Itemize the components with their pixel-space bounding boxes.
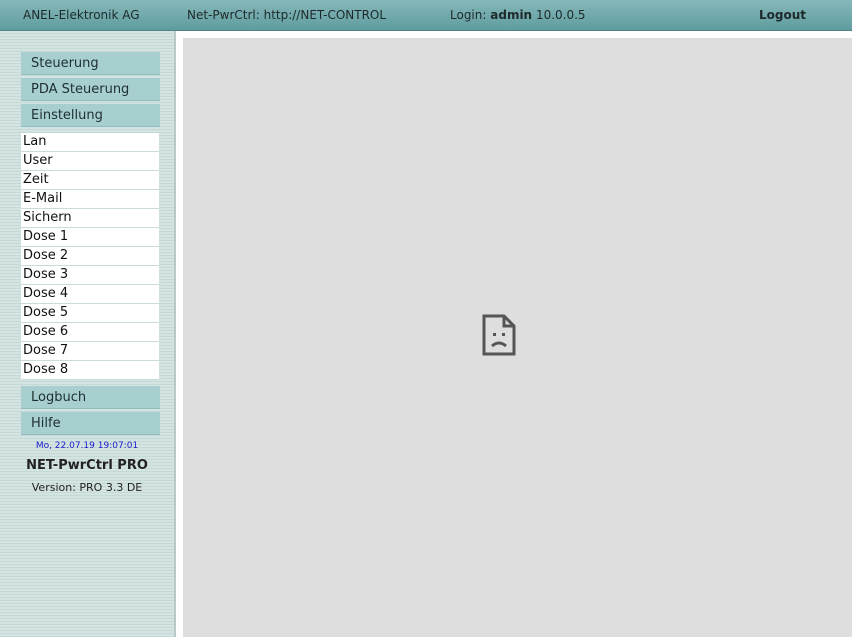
submenu-item-dose-1[interactable]: Dose 1 <box>21 228 159 247</box>
submenu-item-dose-7[interactable]: Dose 7 <box>21 342 159 361</box>
submenu-item-dose-4[interactable]: Dose 4 <box>21 285 159 304</box>
sidebar-divider <box>174 31 176 637</box>
nav-steuerung[interactable]: Steuerung <box>21 52 160 75</box>
product-name: NET-PwrCtrl PRO <box>26 458 148 473</box>
nav-hilfe[interactable]: Hilfe <box>21 412 160 435</box>
submenu-item-user[interactable]: User <box>21 152 159 171</box>
login-info: Login: admin 10.0.0.5 <box>450 8 586 22</box>
submenu-item-dose-2[interactable]: Dose 2 <box>21 247 159 266</box>
company-name: ANEL-Elektronik AG <box>23 8 140 22</box>
content-area <box>183 38 852 637</box>
nav-pda-steuerung[interactable]: PDA Steuerung <box>21 78 160 101</box>
version-value: PRO 3.3 DE <box>79 481 143 494</box>
login-ip: 10.0.0.5 <box>535 8 586 22</box>
login-label: Login: <box>450 8 487 22</box>
nav-einstellung[interactable]: Einstellung <box>21 104 160 127</box>
login-user: admin <box>490 8 533 22</box>
submenu-item-zeit[interactable]: Zeit <box>21 171 159 190</box>
version-info: Version: PRO 3.3 DE <box>0 481 174 494</box>
logout-link[interactable]: Logout <box>759 8 806 22</box>
submenu-item-lan[interactable]: Lan <box>21 133 159 152</box>
settings-submenu: Lan User Zeit E-Mail Sichern Dose 1 Dose… <box>21 133 159 380</box>
header-bar: ANEL-Elektronik AG Net-PwrCtrl: http://N… <box>0 0 852 31</box>
submenu-item-email[interactable]: E-Mail <box>21 190 159 209</box>
datetime-display: Mo, 22.07.19 19:07:01 <box>35 441 139 451</box>
submenu-item-dose-8[interactable]: Dose 8 <box>21 361 159 380</box>
submenu-item-dose-5[interactable]: Dose 5 <box>21 304 159 323</box>
submenu-item-sichern[interactable]: Sichern <box>21 209 159 228</box>
submenu-item-dose-6[interactable]: Dose 6 <box>21 323 159 342</box>
device-info: Net-PwrCtrl: http://NET-CONTROL <box>187 8 387 22</box>
version-label: Version: <box>31 481 76 494</box>
submenu-item-dose-3[interactable]: Dose 3 <box>21 266 159 285</box>
nav-logbuch[interactable]: Logbuch <box>21 386 160 409</box>
broken-page-icon <box>482 314 516 356</box>
